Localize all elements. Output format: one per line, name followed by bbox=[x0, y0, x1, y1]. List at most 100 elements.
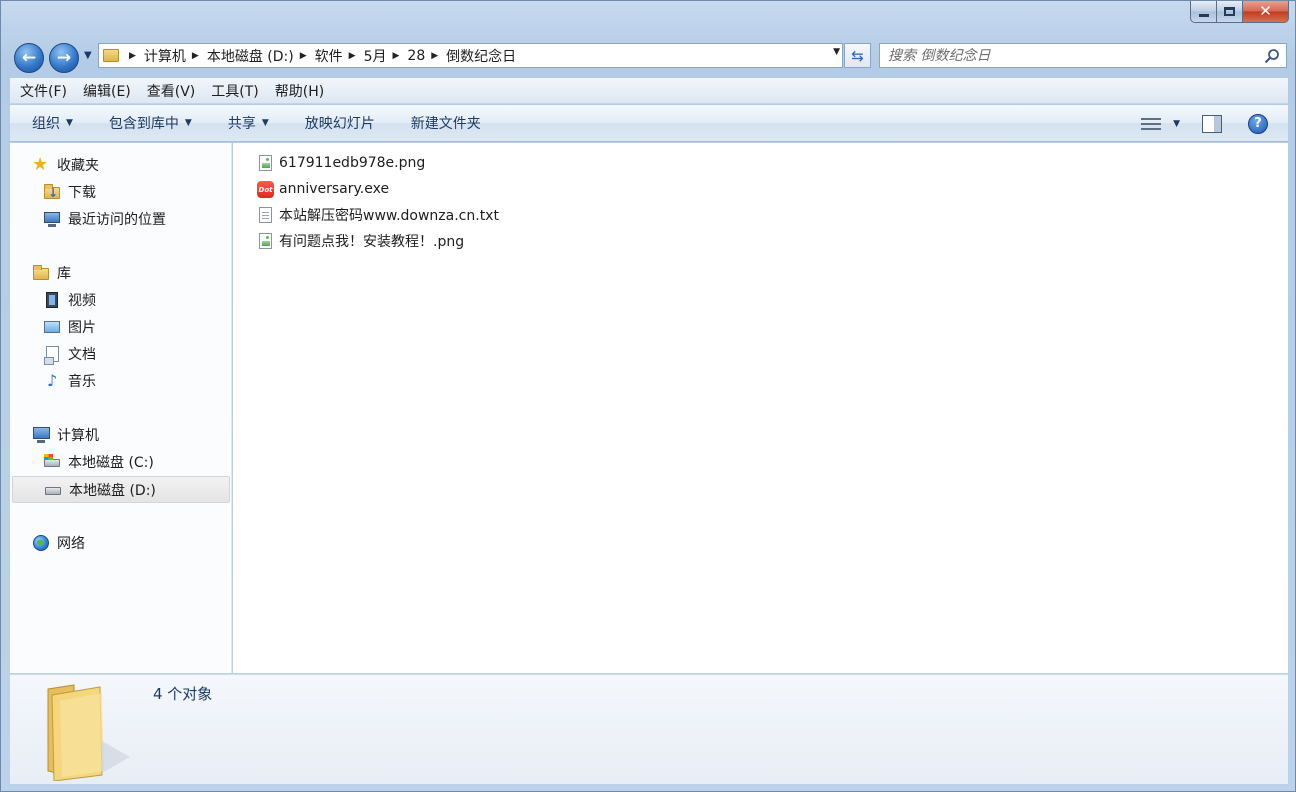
arrow-left-icon: ← bbox=[21, 48, 37, 68]
file-name: anniversary.exe bbox=[279, 181, 390, 197]
sidebar-label: 收藏夹 bbox=[57, 158, 99, 174]
breadcrumb-computer[interactable]: 计算机 bbox=[144, 46, 186, 66]
caret-down-icon: ▼ bbox=[1173, 118, 1180, 129]
close-icon: ✕ bbox=[1259, 2, 1272, 20]
file-item[interactable]: 本站解压密码www.downza.cn.txt bbox=[256, 203, 499, 227]
music-library-icon: ♪ bbox=[47, 371, 58, 390]
txt-file-icon bbox=[256, 206, 274, 224]
network-icon bbox=[32, 534, 50, 552]
organize-label: 组织 bbox=[32, 116, 60, 132]
downloads-folder-icon: ↓ bbox=[43, 183, 61, 201]
search-box[interactable] bbox=[879, 43, 1287, 68]
caret-down-icon: ▼ bbox=[261, 118, 269, 128]
address-bar[interactable]: ▶ 计算机 ▶ 本地磁盘 (D:) ▶ 软件 ▶ 5月 ▶ 28 ▶ 倒数纪念日… bbox=[98, 43, 843, 68]
minimize-icon bbox=[1198, 14, 1209, 17]
change-view-button[interactable]: ▼ bbox=[1141, 116, 1180, 132]
forward-button[interactable]: → bbox=[49, 43, 79, 73]
menu-tools[interactable]: 工具(T) bbox=[203, 81, 266, 101]
chevron-down-icon: ▼ bbox=[84, 50, 92, 61]
sidebar-item-drive-c[interactable]: 本地磁盘 (C:) bbox=[43, 450, 154, 474]
file-item[interactable]: 有问题点我！安装教程！.png bbox=[256, 229, 464, 253]
folder-icon bbox=[103, 49, 119, 62]
new-folder-label: 新建文件夹 bbox=[410, 116, 481, 132]
sidebar-label: 视频 bbox=[68, 293, 96, 309]
file-item[interactable]: Dot anniversary.exe bbox=[256, 177, 389, 201]
sidebar-item-pictures[interactable]: 图片 bbox=[43, 315, 96, 339]
sidebar-label: 网络 bbox=[57, 536, 85, 552]
exe-app-icon: Dot bbox=[256, 180, 274, 198]
large-folder-icon bbox=[47, 684, 130, 781]
chevron-right-icon[interactable]: ▶ bbox=[300, 51, 307, 61]
sidebar-item-recent-places[interactable]: 最近访问的位置 bbox=[43, 207, 166, 231]
chevron-right-icon[interactable]: ▶ bbox=[192, 51, 199, 61]
sidebar-item-computer[interactable]: 计算机 bbox=[32, 423, 99, 447]
menu-bar: 文件(F) 编辑(E) 查看(V) 工具(T) 帮助(H) bbox=[10, 78, 1288, 104]
chevron-right-icon[interactable]: ▶ bbox=[392, 51, 399, 61]
explorer-window: ✕ ← → ▼ ▶ 计算机 ▶ 本地磁盘 (D:) ▶ 软件 ▶ 5月 ▶ 28… bbox=[0, 0, 1296, 792]
include-in-library-button[interactable]: 包含到库中 ▼ bbox=[73, 113, 192, 133]
refresh-button[interactable]: ⇆ bbox=[844, 43, 871, 68]
caret-down-icon: ▼ bbox=[184, 118, 192, 128]
sidebar-label: 下载 bbox=[68, 185, 96, 201]
sidebar-label: 文档 bbox=[68, 347, 96, 363]
sidebar-label: 最近访问的位置 bbox=[68, 212, 166, 228]
share-button[interactable]: 共享 ▼ bbox=[192, 113, 269, 133]
search-input[interactable] bbox=[888, 47, 1248, 64]
file-name: 617911edb978e.png bbox=[279, 155, 426, 171]
item-count: 4 个对象 bbox=[153, 685, 213, 703]
sidebar-item-libraries[interactable]: 库 bbox=[32, 261, 71, 285]
chevron-right-icon[interactable]: ▶ bbox=[129, 51, 136, 61]
command-bar-right: ▼ ? bbox=[1141, 105, 1288, 142]
chevron-right-icon[interactable]: ▶ bbox=[349, 51, 356, 61]
breadcrumb-may[interactable]: 5月 bbox=[364, 46, 387, 66]
search-icon[interactable] bbox=[1264, 48, 1280, 64]
minimize-button[interactable] bbox=[1190, 1, 1217, 23]
chevron-right-icon[interactable]: ▶ bbox=[431, 51, 438, 61]
breadcrumb-28[interactable]: 28 bbox=[407, 48, 425, 64]
system-drive-icon bbox=[43, 453, 61, 471]
navigation-bar: ← → ▼ ▶ 计算机 ▶ 本地磁盘 (D:) ▶ 软件 ▶ 5月 ▶ 28 ▶… bbox=[1, 37, 1296, 75]
breadcrumb-drive-d[interactable]: 本地磁盘 (D:) bbox=[207, 46, 294, 66]
caption-buttons: ✕ bbox=[1190, 1, 1289, 23]
png-file-icon bbox=[256, 154, 274, 172]
menu-file[interactable]: 文件(F) bbox=[10, 81, 75, 101]
help-icon[interactable]: ? bbox=[1248, 113, 1268, 134]
recent-places-icon bbox=[43, 210, 61, 228]
file-name: 有问题点我！安装教程！.png bbox=[279, 234, 465, 250]
include-in-library-label: 包含到库中 bbox=[108, 116, 179, 132]
breadcrumb-software[interactable]: 软件 bbox=[315, 46, 343, 66]
command-bar: 组织 ▼ 包含到库中 ▼ 共享 ▼ 放映幻灯片 新建文件夹 ▼ ? bbox=[10, 105, 1288, 142]
sidebar-item-network[interactable]: 网络 bbox=[32, 531, 85, 555]
slideshow-label: 放映幻灯片 bbox=[304, 116, 375, 132]
recent-pages-button[interactable]: ▼ bbox=[84, 50, 92, 61]
sidebar-item-videos[interactable]: 视频 bbox=[43, 288, 96, 312]
arrow-right-icon: → bbox=[56, 48, 72, 68]
refresh-icon: ⇆ bbox=[851, 46, 864, 65]
maximize-button[interactable] bbox=[1217, 1, 1243, 23]
sidebar-item-documents[interactable]: 文档 bbox=[43, 342, 96, 366]
sidebar-item-music[interactable]: ♪ 音乐 bbox=[43, 369, 96, 393]
sidebar-label: 库 bbox=[57, 266, 71, 282]
pictures-library-icon bbox=[43, 318, 61, 336]
breadcrumb-current-folder[interactable]: 倒数纪念日 bbox=[446, 46, 516, 66]
close-button[interactable]: ✕ bbox=[1243, 1, 1289, 23]
sidebar-label: 图片 bbox=[68, 320, 96, 336]
organize-button[interactable]: 组织 ▼ bbox=[10, 113, 73, 133]
file-item[interactable]: 617911edb978e.png bbox=[256, 151, 425, 175]
slideshow-button[interactable]: 放映幻灯片 bbox=[269, 113, 375, 133]
view-list-icon bbox=[1141, 116, 1162, 132]
share-label: 共享 bbox=[227, 116, 256, 132]
preview-pane-icon[interactable] bbox=[1202, 114, 1222, 133]
file-list: 617911edb978e.png Dot anniversary.exe 本站… bbox=[233, 143, 1288, 673]
sidebar-item-drive-d[interactable]: 本地磁盘 (D:) bbox=[12, 476, 230, 503]
menu-view[interactable]: 查看(V) bbox=[139, 81, 204, 101]
back-button[interactable]: ← bbox=[14, 43, 44, 73]
sidebar-item-downloads[interactable]: ↓ 下载 bbox=[43, 180, 96, 204]
menu-edit[interactable]: 编辑(E) bbox=[75, 81, 139, 101]
menu-help[interactable]: 帮助(H) bbox=[267, 81, 332, 101]
sidebar-label: 音乐 bbox=[68, 374, 96, 390]
drive-icon bbox=[44, 481, 62, 499]
new-folder-button[interactable]: 新建文件夹 bbox=[375, 113, 481, 133]
sidebar-item-favorites[interactable]: ★ 收藏夹 bbox=[32, 153, 99, 177]
address-history-dropdown[interactable]: ▼ bbox=[833, 47, 840, 57]
